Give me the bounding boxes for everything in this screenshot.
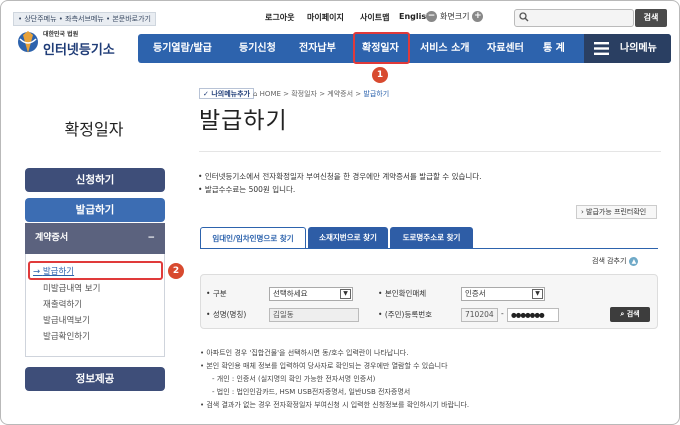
highlight-box-fixed-date [353, 32, 410, 64]
verify-select-value: 인증서 [465, 289, 486, 298]
chevron-up-icon: ▲ [629, 256, 639, 266]
sidebar-sub-history[interactable]: 발급내역보기 [43, 314, 90, 326]
step-marker-1: 1 [372, 67, 388, 83]
verify-label-text: 본인확인매체 [384, 289, 427, 298]
type-select-value: 선택하세요 [273, 289, 308, 298]
name-input[interactable]: 김일동 [269, 308, 359, 322]
search-input[interactable] [514, 9, 634, 27]
tab-search-by-road[interactable]: 도로명주소로 찾기 [390, 227, 473, 249]
add-my-menu-button[interactable]: ✓ 나의메뉴추가 [199, 88, 254, 99]
logo-subtitle: 대한민국 법원 [43, 31, 79, 38]
note-2: • 본인 확인용 매체 정보를 입력하여 당사자로 확인되는 경우에만 열람할 … [200, 362, 448, 370]
nav-registry-view[interactable]: 등기열람/발급 [153, 34, 212, 63]
nav-service-intro[interactable]: 서비스 소개 [420, 34, 469, 63]
nav-data-center[interactable]: 자료센터 [487, 34, 524, 63]
add-my-menu-label: 나의메뉴추가 [211, 90, 250, 98]
name-label: • 성명(명칭) [206, 310, 247, 319]
info-bullet-1-text: 인터넷등기소에서 전자확정일자 부여신청을 한 경우에만 계약증서를 발급할 수… [204, 172, 482, 181]
sidebar-issue-button[interactable]: 발급하기 [25, 198, 165, 222]
highlight-box-issue [28, 261, 163, 280]
tab-search-by-name[interactable]: 임대인/임차인명으로 찾기 [200, 227, 306, 249]
font-increase-button[interactable]: + [472, 11, 484, 22]
info-bullet-2-text: 발급수수료는 500원 입니다. [204, 185, 296, 194]
printer-check-label: 발급가능 프린터확인 [586, 208, 647, 216]
form-search-label: 검색 [626, 310, 640, 318]
sidebar-sub-verify[interactable]: 발급확인하기 [43, 330, 90, 342]
step-marker-2: 2 [168, 263, 184, 279]
reg-front-input[interactable]: 710204 [461, 308, 498, 322]
search-icon [519, 12, 529, 22]
verify-select[interactable]: 인증서 ▼ [461, 287, 545, 301]
reg-dash: - [501, 309, 504, 318]
reg-back-input[interactable]: ●●●●●●● [507, 308, 559, 322]
chevron-down-icon: ▼ [340, 289, 351, 299]
font-decrease-button[interactable]: − [426, 11, 437, 22]
mypage-link[interactable]: 마이페이지 [307, 12, 344, 23]
breadcrumb: ⌂ HOME > 확정일자 > 계약증서 > 발급하기 [253, 90, 390, 98]
logo-title[interactable]: 인터넷등기소 [43, 39, 115, 58]
note-1: • 아파트인 경우 '집합건물'을 선택하시면 동/호수 입력란이 나타납니다. [200, 349, 409, 357]
title-divider [199, 151, 661, 152]
page-title: 발급하기 [199, 108, 288, 134]
my-menu-button[interactable]: 나의메뉴 [584, 34, 671, 63]
sidebar-title: 확정일자 [64, 120, 124, 139]
note-3: - 개인 : 인증서 (실지명의 확인 가능한 전자서명 인증서) [212, 375, 376, 383]
collapse-search-toggle[interactable]: 검색 감추기 ▲ [592, 256, 639, 266]
tab-underline [200, 248, 658, 249]
nav-registry-apply[interactable]: 등기신청 [239, 34, 276, 63]
type-label: • 구분 [206, 289, 227, 298]
nav-statistics[interactable]: 통 계 [543, 34, 565, 63]
browser-frame: • 상단주메뉴 • 좌측서브메뉴 • 본문바로가기 로그아웃 마이페이지 사이트… [0, 0, 680, 425]
type-select[interactable]: 선택하세요 ▼ [269, 287, 353, 301]
printer-check-button[interactable]: › 발급가능 프린터확인 [576, 205, 657, 219]
breadcrumb-current: 발급하기 [363, 90, 390, 98]
search-button[interactable]: 검색 [635, 9, 667, 27]
breadcrumb-path: HOME > 확정일자 > 계약증서 > [259, 90, 364, 98]
sidebar-apply-button[interactable]: 신청하기 [25, 168, 165, 192]
sidebar-info-button[interactable]: 정보제공 [25, 367, 165, 391]
logout-link[interactable]: 로그아웃 [265, 12, 294, 23]
note-4: - 법인 : 법인인감카드, HSM USB전자증명서, 일반USB 전자증명서 [212, 388, 411, 396]
collapse-minus-icon[interactable]: − [147, 223, 155, 254]
type-label-text: 구분 [212, 289, 227, 298]
note-5: • 검색 결과가 없는 경우 전자확정일자 부여신청 시 입력한 신청정보를 확… [200, 401, 470, 409]
chevron-down-icon: ▼ [532, 289, 543, 299]
font-size-label: 화면크기 [440, 12, 470, 21]
sidebar-sub-unissued[interactable]: 미발급내역 보기 [43, 282, 100, 294]
verify-label: • 본인확인매체 [378, 289, 427, 298]
form-search-button[interactable]: ⌕ 검색 [610, 307, 650, 322]
reg-label: • (주민)등록번호 [378, 310, 433, 319]
court-logo-icon[interactable] [17, 29, 39, 55]
sitemap-link[interactable]: 사이트맵 [360, 12, 389, 23]
my-menu-label: 나의메뉴 [620, 43, 657, 54]
skip-links[interactable]: • 상단주메뉴 • 좌측서브메뉴 • 본문바로가기 [13, 12, 156, 26]
sidebar-contract-label: 계약증서 [35, 233, 69, 243]
sidebar-sub-reprint[interactable]: 재출력하기 [43, 298, 82, 310]
info-bullet-2: • 발급수수료는 500원 입니다. [198, 185, 296, 194]
tab-search-by-lot[interactable]: 소재지번으로 찾기 [308, 227, 388, 249]
name-label-text: 성명(명칭) [212, 310, 247, 319]
collapse-search-label: 검색 감추기 [592, 257, 627, 265]
info-bullet-1: • 인터넷등기소에서 전자확정일자 부여신청을 한 경우에만 계약증서를 발급할… [198, 172, 482, 181]
nav-e-payment[interactable]: 전자납부 [299, 34, 336, 63]
hamburger-icon [594, 42, 609, 55]
font-size-control: − 화면크기 + [426, 11, 484, 22]
sidebar-contract-section[interactable]: 계약증서 − [25, 223, 165, 254]
reg-label-text: (주민)등록번호 [384, 310, 433, 319]
